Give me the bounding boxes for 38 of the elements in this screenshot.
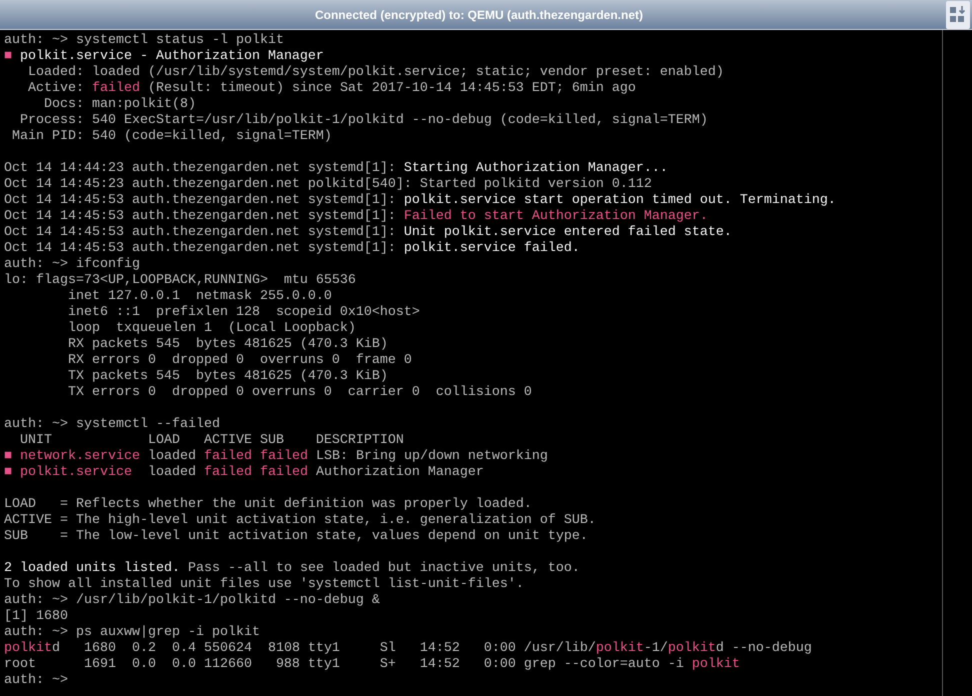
terminal-line: root 1691 0.0 0.0 112660 988 tty1 S+ 14:52 0:00 grep --color=auto -i polkit — [4, 657, 740, 673]
terminal-line: Docs: man:polkit(8) — [42, 97, 196, 113]
window-title: Connected (encrypted) to: QEMU (auth.thezengarden.net) — [314, 6, 643, 24]
terminal-line: auth: ~> — [4, 673, 68, 689]
terminal-line: Oct 14 14:45:53 auth.thezengarden.net systemd[1]: Failed to start Authorization Manager. — [4, 209, 708, 225]
terminal-line: LOAD = Reflects whether the unit definition was properly loaded. — [4, 497, 532, 513]
terminal-line: RX errors 0 dropped 0 overruns 0 frame 0 — [66, 353, 412, 369]
terminal-line: Oct 14 14:45:53 auth.thezengarden.net systemd[1]: polkit.service failed. — [4, 241, 580, 257]
terminal-line: RX packets 545 bytes 481625 (470.3 KiB) — [66, 337, 388, 353]
terminal-line: inet 127.0.0.1 netmask 255.0.0.0 — [66, 289, 332, 305]
terminal-line: ■ network.service loaded failed failed LSB: Bring up/down networking — [4, 449, 548, 465]
terminal-line: Process: 540 ExecStart=/usr/lib/polkit-1/polkitd --no-debug (code=killed, signal=TERM) — [18, 113, 708, 129]
terminal-line: Active: failed (Result: timeout) since Sat 2017-10-14 14:45:53 EDT; 6min ago — [26, 81, 636, 97]
terminal-line: auth: ~> systemctl --failed — [4, 417, 220, 433]
terminal-line: Oct 14 14:45:53 auth.thezengarden.net systemd[1]: polkit.service start operation timed out. Terminating. — [4, 193, 836, 209]
terminal-line: auth: ~> ps auxww|grep -i polkit — [4, 625, 260, 641]
terminal-line: TX packets 545 bytes 481625 (470.3 KiB) — [66, 369, 388, 385]
terminal-line: loop txqueuelen 1 (Local Loopback) — [66, 321, 356, 337]
terminal-line: Main PID: 540 (code=killed, signal=TERM) — [10, 129, 332, 145]
terminal-line: lo: flags=73<UP,LOOPBACK,RUNNING> mtu 65536 — [4, 273, 356, 289]
terminal-line: [1] 1680 — [4, 609, 68, 625]
terminal-line: SUB = The low-level unit activation state, values depend on unit type. — [4, 529, 588, 545]
terminal-line: UNIT LOAD ACTIVE SUB DESCRIPTION — [18, 433, 404, 449]
terminal-line: Oct 14 14:44:23 auth.thezengarden.net systemd[1]: Starting Authorization Manager... — [4, 161, 668, 177]
terminal-line: 2 loaded units listed. Pass --all to see loaded but inactive units, too. — [4, 561, 580, 577]
terminal-line: auth: ~> /usr/lib/polkit-1/polkitd --no-debug & — [4, 593, 380, 609]
terminal-line: polkitd 1680 0.2 0.4 550624 8108 tty1 Sl 14:52 0:00 /usr/lib/polkit-1/polkitd --no-debug — [4, 641, 812, 657]
terminal-line: To show all installed unit files use 'systemctl list-unit-files'. — [4, 577, 524, 593]
terminal-line: Oct 14 14:45:53 auth.thezengarden.net systemd[1]: Unit polkit.service entered failed state. — [4, 225, 732, 241]
terminal-line: inet6 ::1 prefixlen 128 scopeid 0x10<host> — [66, 305, 420, 321]
terminal-line: TX errors 0 dropped 0 overruns 0 carrier 0 collisions 0 — [66, 385, 532, 401]
terminal-line: ■ polkit.service - Authorization Manager — [4, 49, 324, 65]
terminal-line: Loaded: loaded (/usr/lib/systemd/system/polkit.service; static; vendor preset: enabled) — [26, 65, 724, 81]
terminal-line: auth: ~> ifconfig — [4, 257, 140, 273]
terminal-line: Oct 14 14:45:23 auth.thezengarden.net polkitd[540]: Started polkitd version 0.112 — [4, 177, 652, 193]
terminal-line: ACTIVE = The high-level unit activation state, i.e. generalization of SUB. — [4, 513, 596, 529]
terminal-line: ■ polkit.service loaded failed failed Authorization Manager — [4, 465, 484, 481]
terminal-line: auth: ~> systemctl status -l polkit — [4, 33, 284, 49]
